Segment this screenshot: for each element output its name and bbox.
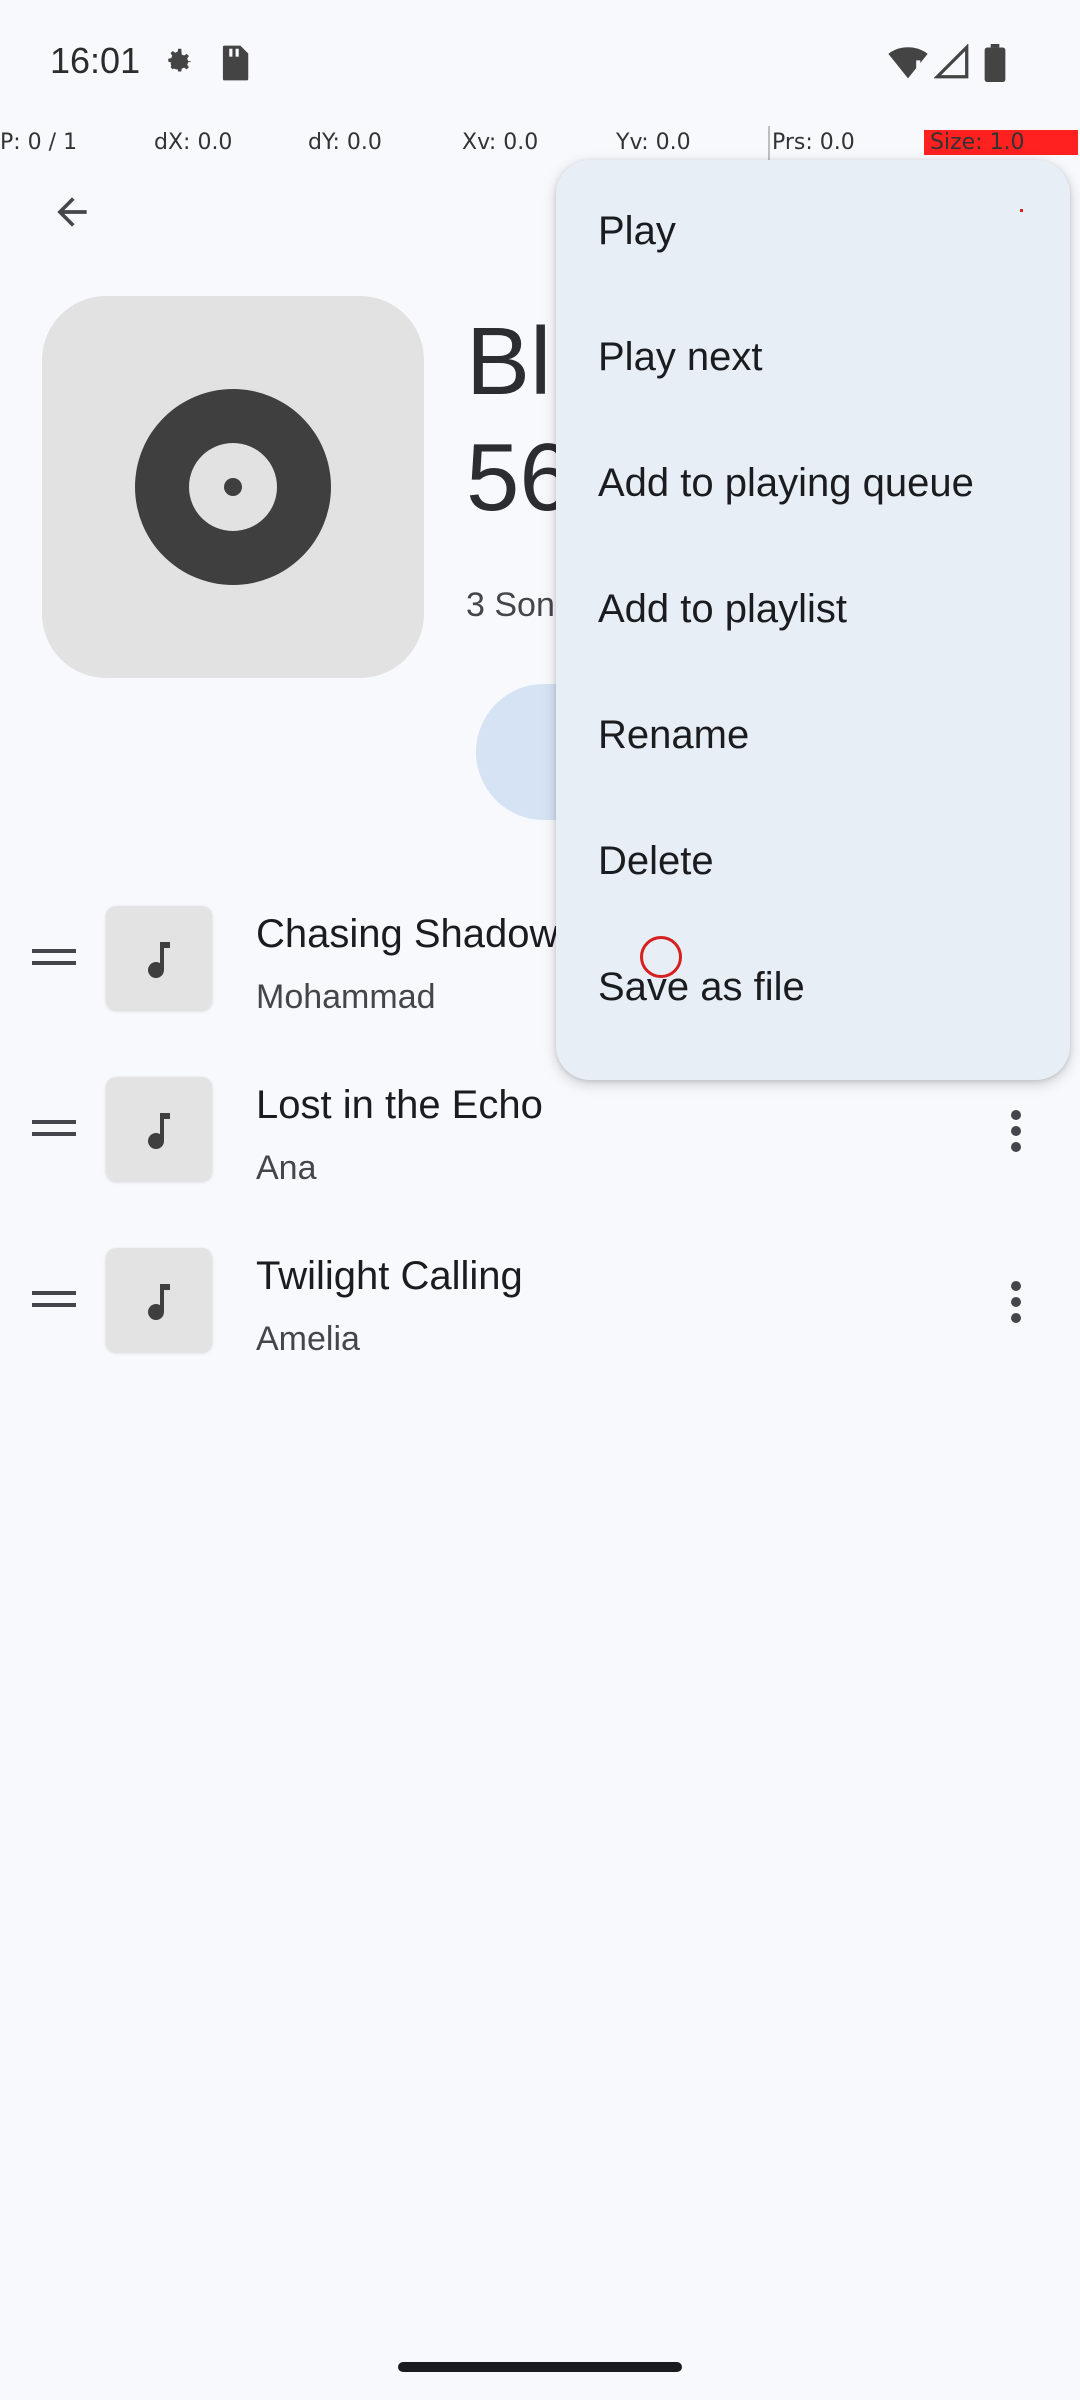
arrow-back-icon <box>57 197 87 227</box>
debug-pressure: Prs: 0.0 <box>772 130 855 155</box>
song-row[interactable]: Twilight Calling Amelia <box>0 1214 1080 1384</box>
overflow-menu: Play Play next Add to playing queue Add … <box>556 160 1070 1080</box>
wifi-icon <box>888 44 928 85</box>
debug-separator <box>768 126 770 160</box>
more-vert-icon <box>1011 1281 1021 1323</box>
playlist-cover <box>42 296 424 678</box>
more-vert-icon <box>1011 1110 1021 1152</box>
song-title: Chasing Shadow <box>256 912 559 956</box>
debug-dy: dY: 0.0 <box>308 130 382 155</box>
menu-item-play-next[interactable]: Play next <box>556 294 1070 420</box>
gesture-nav-handle[interactable] <box>398 2362 682 2372</box>
debug-xv: Xv: 0.0 <box>462 130 539 155</box>
more-options-button[interactable] <box>980 1095 1052 1167</box>
music-note-icon <box>148 942 170 978</box>
menu-item-add-to-playing-queue[interactable]: Add to playing queue <box>556 420 1070 546</box>
more-options-button[interactable] <box>980 1266 1052 1338</box>
back-button[interactable] <box>36 176 108 248</box>
menu-item-play[interactable]: Play <box>556 168 1070 294</box>
drag-handle-icon[interactable] <box>32 1101 76 1155</box>
music-note-icon <box>148 1284 170 1320</box>
debug-yv: Yv: 0.0 <box>616 130 691 155</box>
album-disc-icon <box>135 389 331 585</box>
menu-item-add-to-playlist[interactable]: Add to playlist <box>556 546 1070 672</box>
pointer-debug-bar: P: 0 / 1 dX: 0.0 dY: 0.0 Xv: 0.0 Yv: 0.0… <box>0 126 1080 160</box>
song-artist: Mohammad <box>256 978 436 1016</box>
playlist-subtitle: 3 Son <box>466 586 555 624</box>
song-thumbnail <box>106 906 212 1010</box>
debug-size: Size: 1.0 <box>924 130 1078 155</box>
song-thumbnail <box>106 1077 212 1181</box>
touch-indicator <box>640 936 682 978</box>
song-title: Twilight Calling <box>256 1254 523 1298</box>
settings-gear-icon <box>158 44 196 87</box>
touch-trace-dot <box>1020 209 1023 212</box>
song-thumbnail <box>106 1248 212 1352</box>
status-time: 16:01 <box>50 40 141 81</box>
music-note-icon <box>148 1113 170 1149</box>
menu-item-rename[interactable]: Rename <box>556 672 1070 798</box>
song-artist: Amelia <box>256 1320 360 1358</box>
status-bar: 16:01 <box>0 0 1080 128</box>
drag-handle-icon[interactable] <box>32 1272 76 1326</box>
song-title: Lost in the Echo <box>256 1083 543 1127</box>
menu-item-delete[interactable]: Delete <box>556 798 1070 924</box>
song-artist: Ana <box>256 1149 317 1187</box>
drag-handle-icon[interactable] <box>32 930 76 984</box>
debug-dx: dX: 0.0 <box>154 130 233 155</box>
cell-signal-icon <box>933 43 970 85</box>
debug-pointer: P: 0 / 1 <box>0 130 78 155</box>
sd-card-icon <box>218 44 250 87</box>
menu-item-save-as-file[interactable]: Save as file <box>556 924 1070 1050</box>
battery-icon <box>984 44 1006 87</box>
